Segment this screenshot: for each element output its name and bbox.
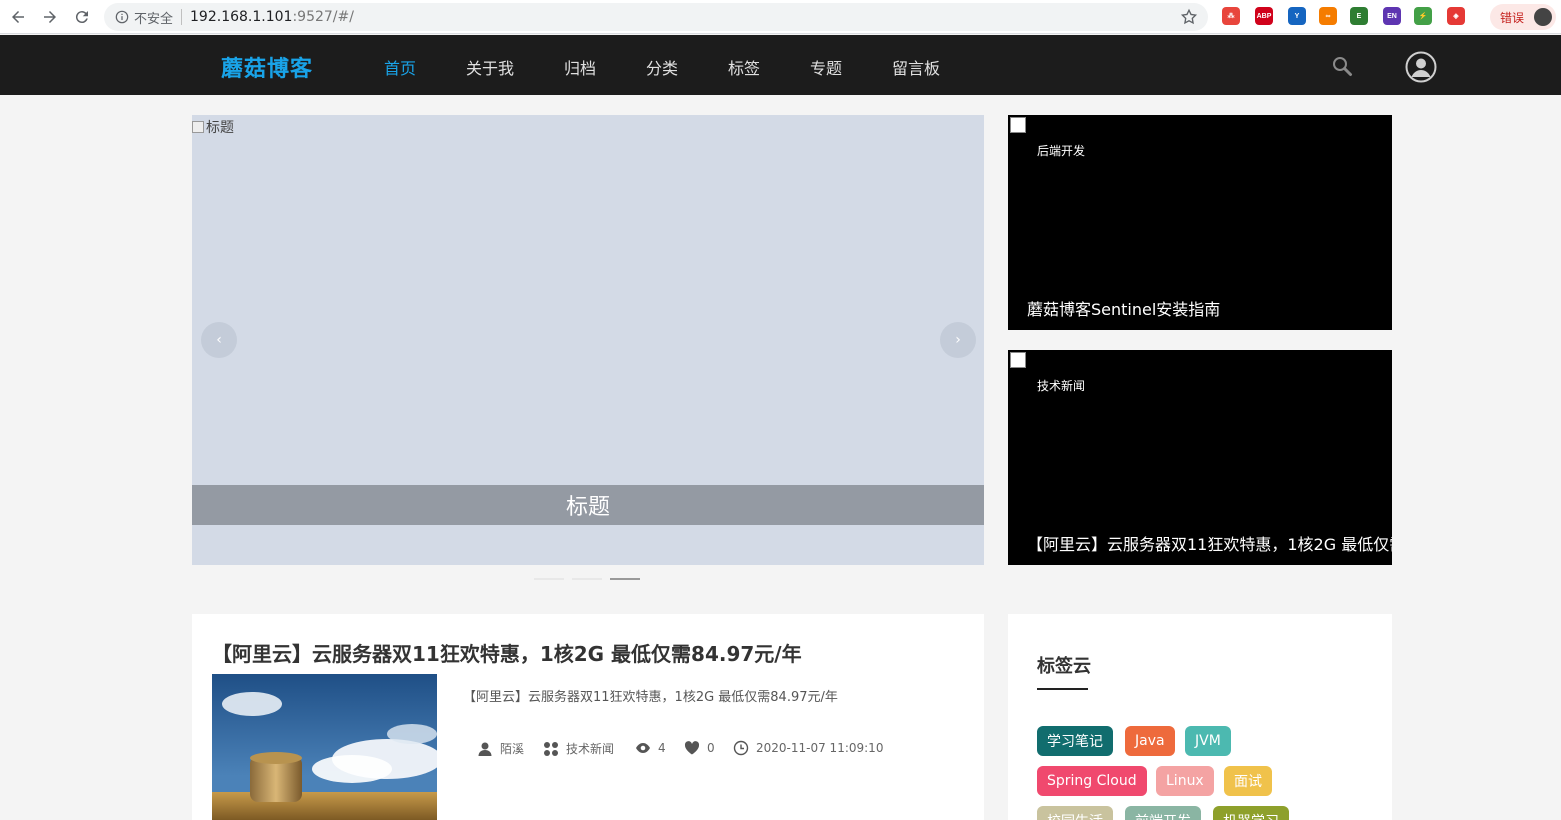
carousel-image: 标题 bbox=[192, 117, 234, 137]
article-views: 4 bbox=[635, 740, 666, 756]
article-date-text: 2020-11-07 11:09:10 bbox=[756, 741, 884, 755]
tag-cloud-panel: 标签云 学习笔记 Java JVM Spring Cloud Linux 面试校园生活前端… bbox=[1008, 614, 1392, 820]
evernote-ext-icon[interactable]: E bbox=[1350, 7, 1368, 25]
banner-carousel[interactable]: 标题 ‹ › 标题 bbox=[192, 115, 984, 565]
infinity-ext-icon[interactable]: ∞ bbox=[1319, 7, 1337, 25]
lightning-ext-icon[interactable]: ⚡ bbox=[1414, 7, 1432, 25]
hay-bale-photo bbox=[212, 674, 437, 820]
tag-cloud-title: 标签云 bbox=[1037, 656, 1091, 677]
browser-toolbar: 不安全 192.168.1.101:9527/#/ ⁂ ABP Y ∞ E EN ⚡ ◈ 错误 bbox=[0, 0, 1561, 34]
featured-card[interactable]: 后端开发 蘑菇博客Sentinel安装指南 bbox=[1008, 115, 1392, 330]
category-grid-icon bbox=[543, 741, 559, 757]
carousel-prev-button[interactable]: ‹ bbox=[201, 322, 237, 358]
article-author[interactable]: 陌溪 bbox=[477, 740, 524, 757]
site-header: 蘑菇博客 首页 关于我 归档 分类 标签 专题 留言板 bbox=[0, 35, 1561, 95]
adblock-plus-icon[interactable]: ABP bbox=[1255, 7, 1273, 25]
menu-item-archive[interactable]: 归档 bbox=[564, 55, 596, 79]
menu-item-home[interactable]: 首页 bbox=[384, 55, 416, 79]
carousel-caption: 标题 bbox=[192, 485, 984, 525]
network-ext-icon[interactable]: ⁂ bbox=[1222, 7, 1240, 25]
carousel-indicators bbox=[534, 578, 640, 582]
forward-icon[interactable] bbox=[38, 5, 62, 29]
vpn-ext-icon[interactable]: Y bbox=[1288, 7, 1306, 25]
tag-pill[interactable]: 前端开发 bbox=[1125, 806, 1201, 820]
omnibox-divider bbox=[181, 9, 183, 25]
featured-card-category: 后端开发 bbox=[1037, 144, 1086, 158]
address-bar[interactable]: 不安全 192.168.1.101:9527/#/ bbox=[104, 3, 1208, 31]
menu-item-message-board[interactable]: 留言板 bbox=[892, 55, 940, 79]
search-icon[interactable] bbox=[1330, 54, 1354, 78]
broken-image-icon bbox=[1010, 352, 1026, 368]
article-summary: 【阿里云】云服务器双11狂欢特惠，1核2G 最低仅需84.97元/年 bbox=[463, 690, 838, 705]
user-icon[interactable] bbox=[1405, 51, 1437, 83]
featured-card-category: 技术新闻 bbox=[1037, 379, 1086, 393]
article-likes[interactable]: 0 bbox=[684, 740, 715, 756]
chevron-left-icon: ‹ bbox=[216, 332, 222, 348]
url-text: 192.168.1.101:9527/#/ bbox=[190, 9, 354, 25]
site-logo[interactable]: 蘑菇博客 bbox=[221, 51, 313, 83]
article-title[interactable]: 【阿里云】云服务器双11狂欢特惠，1核2G 最低仅需84.97元/年 bbox=[212, 638, 802, 667]
tag-pill[interactable]: JVM bbox=[1185, 726, 1231, 756]
article-category-name: 技术新闻 bbox=[566, 742, 615, 756]
featured-card[interactable]: 技术新闻 【阿里云】云服务器双11狂欢特惠，1核2G 最低仅需84.97元/年 bbox=[1008, 350, 1392, 565]
tag-cloud-underline bbox=[1037, 688, 1088, 690]
featured-card-title[interactable]: 蘑菇博客Sentinel安装指南 bbox=[1008, 286, 1392, 330]
carousel-next-button[interactable]: › bbox=[940, 322, 976, 358]
broken-image-icon bbox=[1010, 117, 1026, 133]
info-icon[interactable] bbox=[114, 9, 130, 25]
chevron-right-icon: › bbox=[955, 332, 961, 348]
menu-item-subject[interactable]: 专题 bbox=[810, 55, 842, 79]
carousel-indicator[interactable] bbox=[534, 578, 564, 580]
article-thumbnail[interactable] bbox=[212, 674, 437, 820]
url-host: 192.168.1.101 bbox=[190, 9, 293, 25]
clock-icon bbox=[733, 740, 749, 756]
en-translate-ext-icon[interactable]: EN bbox=[1383, 7, 1401, 25]
avatar bbox=[1534, 8, 1552, 26]
menu-item-tags[interactable]: 标签 bbox=[728, 55, 760, 79]
tag-pill[interactable]: 面试 bbox=[1224, 766, 1272, 796]
error-label: 错误 bbox=[1500, 10, 1525, 25]
broken-image-icon bbox=[192, 121, 204, 133]
article-author-name: 陌溪 bbox=[500, 742, 525, 756]
carousel-indicator[interactable] bbox=[572, 578, 602, 580]
back-icon[interactable] bbox=[6, 5, 30, 29]
tag-pill[interactable]: Spring Cloud bbox=[1037, 766, 1147, 796]
tag-pill[interactable]: Java bbox=[1125, 726, 1175, 756]
insecure-label: 不安全 bbox=[134, 11, 174, 27]
tag-pill[interactable]: 校园生活 bbox=[1037, 806, 1113, 820]
user-icon bbox=[477, 741, 493, 757]
bookmark-star-icon[interactable] bbox=[1180, 8, 1198, 26]
menu-item-about[interactable]: 关于我 bbox=[466, 55, 514, 79]
heart-icon bbox=[684, 740, 700, 756]
reload-icon[interactable] bbox=[70, 5, 94, 29]
article-like-count: 0 bbox=[707, 741, 715, 755]
article-card: 【阿里云】云服务器双11狂欢特惠，1核2G 最低仅需84.97元/年 【阿里云】… bbox=[192, 614, 984, 820]
article-date: 2020-11-07 11:09:10 bbox=[733, 740, 883, 756]
featured-card-title[interactable]: 【阿里云】云服务器双11狂欢特惠，1核2G 最低仅需84.97元/年 bbox=[1008, 521, 1392, 565]
eye-icon bbox=[635, 740, 651, 756]
carousel-indicator[interactable] bbox=[610, 578, 640, 580]
menu-item-category[interactable]: 分类 bbox=[646, 55, 678, 79]
article-view-count: 4 bbox=[658, 741, 666, 755]
article-category[interactable]: 技术新闻 bbox=[543, 740, 614, 757]
tag-pill[interactable]: 学习笔记 bbox=[1037, 726, 1113, 756]
profile-error-chip[interactable]: 错误 bbox=[1490, 4, 1556, 30]
carousel-image-alt: 标题 bbox=[206, 120, 234, 136]
tag-pill[interactable]: Linux bbox=[1156, 766, 1214, 796]
tag-pill[interactable]: 机器学习 bbox=[1213, 806, 1289, 820]
cube-ext-icon[interactable]: ◈ bbox=[1447, 7, 1465, 25]
url-path: :9527/#/ bbox=[292, 9, 354, 25]
